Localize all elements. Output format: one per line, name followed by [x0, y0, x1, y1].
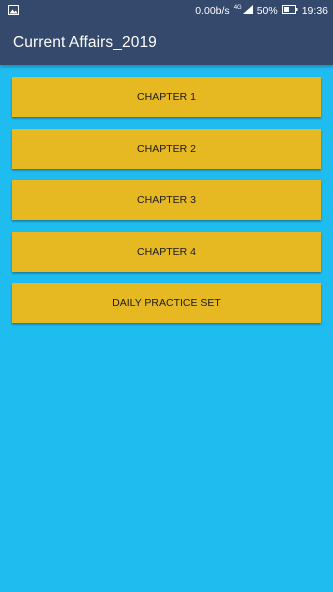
network-speed: 0.00b/s: [195, 4, 230, 17]
chapter-2-button[interactable]: CHAPTER 2: [12, 128, 321, 169]
signal-group: 4G: [233, 4, 253, 17]
signal-icon: [242, 4, 253, 17]
chapter-3-button[interactable]: CHAPTER 3: [12, 180, 321, 220]
status-indicators: 0.00b/s 4G 50% 19:36: [195, 0, 328, 21]
image-notification-icon: [8, 5, 19, 15]
chapter-list: CHAPTER 1 CHAPTER 2 CHAPTER 3 CHAPTER 4 …: [12, 77, 321, 335]
battery-icon: [281, 4, 298, 17]
battery-percent: 50%: [256, 4, 278, 17]
chapter-1-button[interactable]: CHAPTER 1: [12, 77, 321, 117]
network-type: 4G: [233, 5, 242, 11]
chapter-4-button[interactable]: CHAPTER 4: [12, 231, 321, 272]
daily-practice-set-button[interactable]: DAILY PRACTICE SET: [12, 283, 321, 323]
clock: 19:36: [301, 4, 328, 17]
app-bar: Current Affairs_2019: [0, 21, 333, 65]
app-title: Current Affairs_2019: [13, 34, 157, 51]
status-bar: 0.00b/s 4G 50% 19:36: [0, 0, 333, 21]
